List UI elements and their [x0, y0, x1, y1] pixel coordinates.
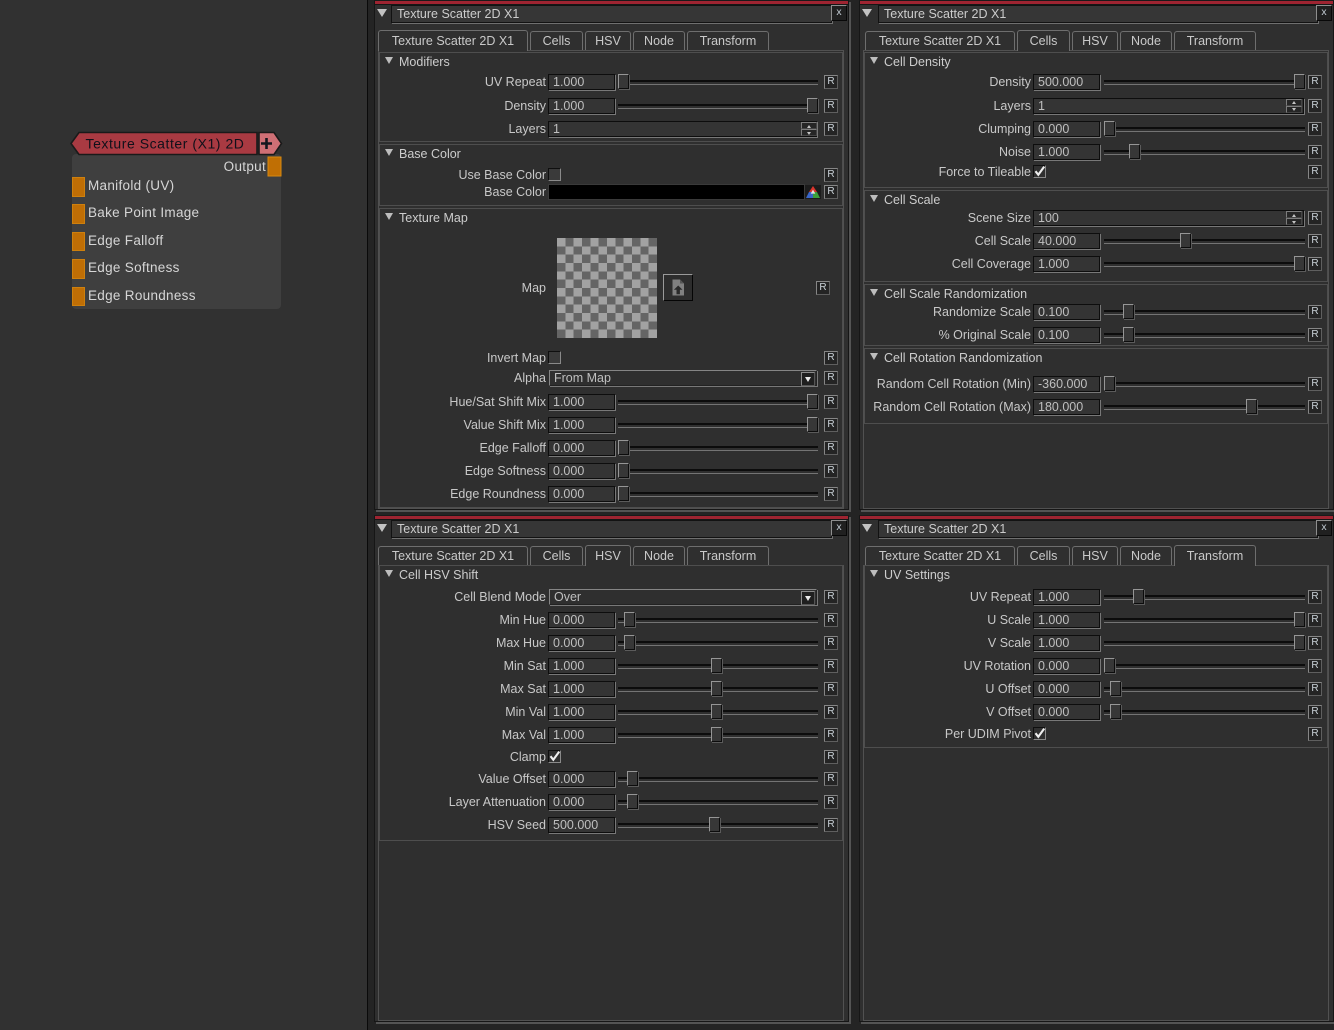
svg-text:Texture Scatter (X1) 2D: Texture Scatter (X1) 2D: [86, 136, 245, 152]
